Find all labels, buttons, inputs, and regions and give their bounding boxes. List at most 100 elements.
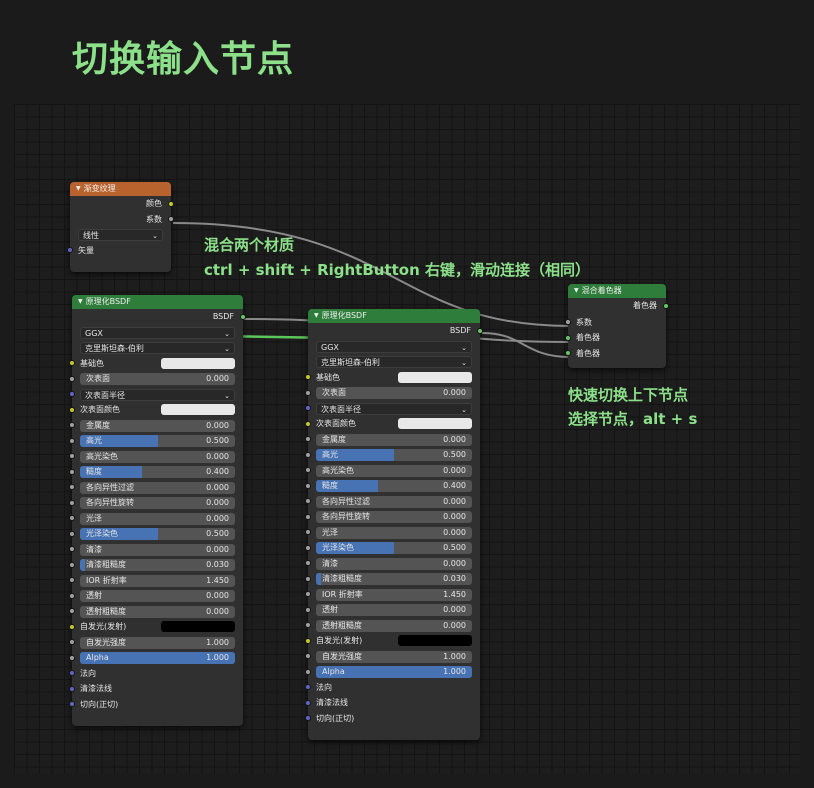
input-socket[interactable]	[69, 484, 75, 491]
param-slider[interactable]: 清漆粗糙度 0.030	[316, 573, 472, 585]
input-socket[interactable]	[69, 561, 75, 568]
input-vector-socket[interactable]	[67, 247, 73, 254]
param-slider[interactable]: 清漆 0.000	[80, 543, 235, 556]
gradient-type-dropdown[interactable]: 线性 ⌄	[78, 229, 163, 241]
input-socket[interactable]	[69, 577, 75, 584]
input-socket[interactable]	[69, 515, 75, 522]
param-slider[interactable]: 透射粗糙度 0.000	[316, 619, 472, 632]
color-swatch[interactable]	[161, 621, 235, 632]
bsdf-node-header[interactable]: ▼ 原理化BSDF	[72, 295, 243, 309]
distribution-dropdown[interactable]: GGX ⌄	[80, 326, 235, 339]
input-socket[interactable]	[305, 668, 311, 675]
param-slider[interactable]: 高光 0.500	[80, 435, 235, 447]
param-slider[interactable]: 光泽染色 0.500	[80, 528, 235, 540]
param-slider[interactable]: 清漆 0.000	[316, 557, 472, 570]
param-slider[interactable]: 光泽 0.000	[80, 512, 235, 525]
gradient-texture-node[interactable]: ▼ 渐变纹理 颜色 系数 线性 ⌄ 矢量	[67, 182, 174, 272]
input-socket[interactable]	[69, 360, 75, 367]
collapse-arrow-icon[interactable]: ▼	[78, 295, 83, 309]
principled-bsdf-node-1[interactable]: ▼ 原理化BSDF BSDF GGX ⌄ 克里斯坦森-伯利 ⌄ 基础色 次表面 0.000 次表面半…	[69, 295, 246, 726]
input-socket[interactable]	[69, 546, 75, 553]
input-factor-socket[interactable]	[565, 319, 571, 326]
param-slider[interactable]: 光泽 0.000	[316, 526, 472, 539]
color-swatch[interactable]	[398, 418, 472, 429]
subsurface-method-dropdown[interactable]: 克里斯坦森-伯利 ⌄	[80, 342, 235, 354]
input-socket[interactable]	[305, 420, 311, 427]
input-socket[interactable]	[69, 608, 75, 615]
input-socket[interactable]	[305, 451, 311, 458]
output-color-socket[interactable]	[168, 200, 174, 207]
output-shader-socket[interactable]	[663, 302, 669, 309]
base-color-swatch[interactable]	[161, 357, 235, 369]
mix-shader-node[interactable]: ▼ 混合着色器 着色器 系数 着色器 着色器	[565, 284, 669, 368]
input-socket[interactable]	[305, 560, 311, 567]
color-swatch[interactable]	[161, 404, 235, 415]
input-socket[interactable]	[305, 622, 311, 629]
param-slider[interactable]: IOR 折射率 1.450	[316, 588, 472, 601]
param-slider[interactable]: 高光 0.500	[316, 449, 472, 461]
input-socket[interactable]	[305, 606, 311, 613]
input-shader2-socket[interactable]	[565, 350, 571, 357]
input-socket[interactable]	[305, 715, 311, 722]
input-socket[interactable]	[305, 684, 311, 691]
input-socket[interactable]	[305, 653, 311, 660]
input-socket[interactable]	[69, 437, 75, 444]
input-socket[interactable]	[69, 685, 75, 692]
output-bsdf-socket[interactable]	[477, 327, 483, 334]
input-socket[interactable]	[69, 499, 75, 506]
param-slider[interactable]: 清漆粗糙度 0.030	[80, 559, 235, 571]
param-slider[interactable]: 自发光强度 1.000	[316, 650, 472, 663]
collapse-arrow-icon[interactable]: ▼	[574, 284, 579, 298]
param-slider[interactable]: 次表面 0.000	[316, 387, 472, 399]
input-socket[interactable]	[305, 529, 311, 536]
input-shader1-socket[interactable]	[565, 334, 571, 341]
input-socket[interactable]	[305, 374, 311, 381]
color-swatch[interactable]	[398, 635, 472, 646]
input-socket[interactable]	[69, 623, 75, 630]
param-slider[interactable]: 透射 0.000	[316, 604, 472, 616]
param-slider[interactable]: 各向异性旋转 0.000	[316, 511, 472, 523]
input-socket[interactable]	[69, 422, 75, 429]
param-slider[interactable]: Alpha 1.000	[316, 666, 472, 678]
input-socket[interactable]	[69, 406, 75, 413]
input-socket[interactable]	[69, 453, 75, 460]
input-socket[interactable]	[69, 670, 75, 677]
input-socket[interactable]	[305, 389, 311, 396]
param-slider[interactable]: 光泽染色 0.500	[316, 542, 472, 554]
param-dropdown[interactable]: 次表面半径 ⌄	[80, 388, 235, 401]
input-socket[interactable]	[69, 701, 75, 708]
input-socket[interactable]	[305, 637, 311, 644]
input-socket[interactable]	[305, 699, 311, 706]
param-slider[interactable]: 自发光强度 1.000	[80, 636, 235, 649]
input-socket[interactable]	[305, 405, 311, 412]
param-dropdown[interactable]: 次表面半径 ⌄	[316, 402, 472, 415]
output-bsdf-socket[interactable]	[240, 313, 246, 320]
subsurface-method-dropdown[interactable]: 克里斯坦森-伯利 ⌄	[316, 356, 472, 368]
input-socket[interactable]	[305, 513, 311, 520]
input-socket[interactable]	[69, 530, 75, 537]
input-socket[interactable]	[69, 468, 75, 475]
input-socket[interactable]	[69, 639, 75, 646]
collapse-arrow-icon[interactable]: ▼	[76, 182, 81, 196]
param-slider[interactable]: 高光染色 0.000	[80, 450, 235, 463]
input-socket[interactable]	[305, 436, 311, 443]
input-socket[interactable]	[69, 592, 75, 599]
param-slider[interactable]: 次表面 0.000	[80, 373, 235, 385]
input-socket[interactable]	[305, 544, 311, 551]
param-slider[interactable]: 各向异性过滤 0.000	[80, 481, 235, 494]
collapse-arrow-icon[interactable]: ▼	[314, 309, 319, 323]
distribution-dropdown[interactable]: GGX ⌄	[316, 340, 472, 353]
param-slider[interactable]: 各向异性过滤 0.000	[316, 495, 472, 508]
param-slider[interactable]: 高光染色 0.000	[316, 464, 472, 477]
param-slider[interactable]: 糙度 0.400	[316, 480, 472, 492]
input-socket[interactable]	[305, 467, 311, 474]
input-socket[interactable]	[69, 391, 75, 398]
node-editor-canvas[interactable]: ▼ 渐变纹理 颜色 系数 线性 ⌄ 矢量 ▼ 混合着色器 着色器 系数 着色器 …	[14, 104, 800, 774]
bsdf-node-header[interactable]: ▼ 原理化BSDF	[308, 309, 480, 323]
input-socket[interactable]	[69, 654, 75, 661]
mix-node-header[interactable]: ▼ 混合着色器	[568, 284, 666, 298]
param-slider[interactable]: 金属度 0.000	[316, 433, 472, 446]
input-socket[interactable]	[305, 482, 311, 489]
input-socket[interactable]	[305, 575, 311, 582]
input-socket[interactable]	[305, 591, 311, 598]
